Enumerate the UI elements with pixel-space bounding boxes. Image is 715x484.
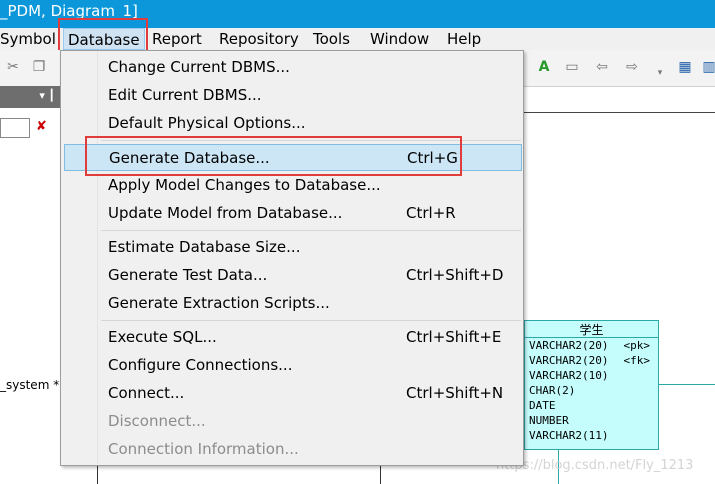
menu-item-label: Generate Extraction Scripts...: [108, 294, 330, 312]
menu-item-edit-current-dbms[interactable]: Edit Current DBMS...: [64, 82, 522, 109]
menu-item-generate-extraction-scripts[interactable]: Generate Extraction Scripts...: [64, 290, 522, 317]
column-key: <fk>: [623, 354, 651, 367]
menu-window[interactable]: Window: [366, 28, 433, 50]
menu-item-shortcut: Ctrl+R: [406, 204, 456, 222]
menu-item-label: Apply Model Changes to Database...: [108, 176, 381, 194]
column-type: DATE: [529, 399, 556, 412]
table-column-row: VARCHAR2(10): [525, 368, 658, 383]
menu-item-label: Update Model from Database...: [108, 204, 343, 222]
table-column-row: NUMBER: [525, 413, 658, 428]
column-type: VARCHAR2(20): [529, 339, 609, 352]
menu-item-change-current-dbms[interactable]: Change Current DBMS...: [64, 54, 522, 81]
table-name: 学生: [525, 321, 658, 338]
column-key: <pk>: [623, 339, 651, 352]
menu-item-execute-sql[interactable]: Execute SQL... Ctrl+Shift+E: [64, 324, 522, 351]
menu-item-label: Connect...: [108, 384, 185, 402]
column-type: VARCHAR2(10): [529, 369, 609, 382]
menu-item-default-physical-options[interactable]: Default Physical Options...: [64, 110, 522, 137]
menu-item-generate-test-data[interactable]: Generate Test Data... Ctrl+Shift+D: [64, 262, 522, 289]
diagram-link-line: [380, 466, 381, 484]
font-icon[interactable]: A: [535, 58, 553, 76]
menu-item-estimate-database-size[interactable]: Estimate Database Size...: [64, 234, 522, 261]
watermark: https://blog.csdn.net/Fly_1213: [496, 458, 694, 473]
menu-item-disconnect: Disconnect...: [64, 408, 522, 435]
pin-icon[interactable]: ▾ ┃: [39, 89, 55, 102]
menu-separator: [101, 230, 521, 231]
menu-item-shortcut: Ctrl+Shift+E: [406, 328, 502, 346]
copy-icon[interactable]: ❐: [30, 58, 48, 76]
menu-item-configure-connections[interactable]: Configure Connections...: [64, 352, 522, 379]
diagram-table-entity[interactable]: 学生 VARCHAR2(20) <pk> VARCHAR2(20) <fk> VAR…: [524, 320, 659, 450]
menu-item-apply-model-changes[interactable]: Apply Model Changes to Database...: [64, 172, 522, 199]
menu-item-label: Execute SQL...: [108, 328, 217, 346]
menu-item-label: Generate Test Data...: [108, 266, 268, 284]
column-type: CHAR(2): [529, 384, 576, 397]
menu-item-shortcut: Ctrl+Shift+D: [406, 266, 504, 284]
menu-report[interactable]: Report: [148, 28, 206, 50]
forward-icon[interactable]: ⇨: [623, 58, 641, 76]
format-icon[interactable]: ▭: [563, 58, 581, 76]
menu-item-update-model-from-database[interactable]: Update Model from Database... Ctrl+R: [64, 200, 522, 227]
column-type: NUMBER: [529, 414, 569, 427]
menu-symbol[interactable]: Symbol: [0, 28, 60, 50]
menu-item-label: Disconnect...: [108, 412, 206, 430]
column-type: VARCHAR2(20): [529, 354, 609, 367]
menu-item-connect[interactable]: Connect... Ctrl+Shift+N: [64, 380, 522, 407]
menu-item-label: Connection Information...: [108, 440, 299, 458]
database-dropdown-menu: Change Current DBMS... Edit Current DBMS…: [60, 50, 524, 466]
table-column-row: DATE: [525, 398, 658, 413]
grid-icon[interactable]: ▥: [700, 58, 715, 76]
menu-item-connection-information: Connection Information...: [64, 436, 522, 463]
layout-icon[interactable]: ▦: [676, 58, 694, 76]
menu-repository[interactable]: Repository: [215, 28, 303, 50]
menu-item-shortcut: Ctrl+Shift+N: [406, 384, 504, 402]
menu-item-label: Default Physical Options...: [108, 114, 306, 132]
menu-tools[interactable]: Tools: [309, 28, 354, 50]
toolbar-overflow-icon[interactable]: ▾: [651, 64, 669, 82]
tree-item-system[interactable]: _system *: [0, 378, 59, 392]
menu-item-label: Change Current DBMS...: [108, 58, 290, 76]
table-column-row: VARCHAR2(11): [525, 428, 658, 443]
column-type: VARCHAR2(11): [529, 429, 609, 442]
menu-item-label: Configure Connections...: [108, 356, 293, 374]
menu-item-label: Estimate Database Size...: [108, 238, 301, 256]
annotation-highlight-generate-database: [85, 136, 462, 176]
reference-line: [658, 384, 715, 385]
menu-item-label: Edit Current DBMS...: [108, 86, 262, 104]
table-column-row: CHAR(2): [525, 383, 658, 398]
cut-icon[interactable]: ✂: [4, 58, 22, 76]
filter-input[interactable]: [0, 118, 30, 138]
table-column-row: VARCHAR2(20) <fk>: [525, 353, 658, 368]
back-icon[interactable]: ⇦: [593, 58, 611, 76]
menu-separator: [101, 320, 521, 321]
clear-filter-icon[interactable]: ✘: [36, 119, 47, 134]
table-column-row: VARCHAR2(20) <pk>: [525, 338, 658, 353]
menu-help[interactable]: Help: [443, 28, 485, 50]
